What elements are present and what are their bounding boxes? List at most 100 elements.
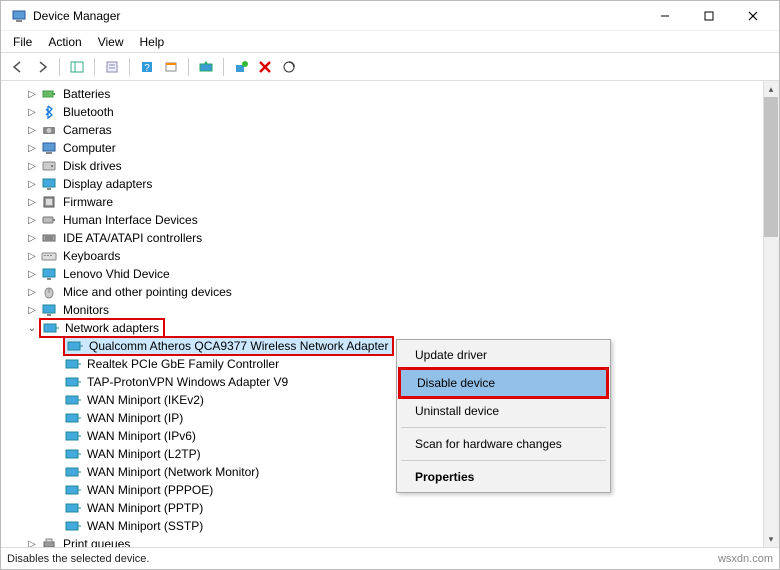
tree-item[interactable]: ▷Mice and other pointing devices xyxy=(3,283,779,301)
separator xyxy=(188,58,189,76)
menu-file[interactable]: File xyxy=(5,33,40,51)
tree-item-device[interactable]: Qualcomm Atheros QCA9377 Wireless Networ… xyxy=(3,337,779,355)
expand-icon[interactable]: ▷ xyxy=(25,267,39,281)
tree-label: WAN Miniport (IP) xyxy=(85,411,185,425)
expand-icon[interactable]: ▷ xyxy=(25,537,39,547)
tree-label: WAN Miniport (IPv6) xyxy=(85,429,198,443)
action-button[interactable] xyxy=(160,56,182,78)
tree-item[interactable]: ▷ Computer xyxy=(3,139,779,157)
tree-item-device[interactable]: WAN Miniport (PPTP) xyxy=(3,499,779,517)
tree-item-device[interactable]: WAN Miniport (SSTP) xyxy=(3,517,779,535)
expand-icon[interactable]: ▷ xyxy=(25,231,39,245)
help-button[interactable]: ? xyxy=(136,56,158,78)
separator xyxy=(59,58,60,76)
minimize-button[interactable] xyxy=(643,2,687,30)
close-button[interactable] xyxy=(731,2,775,30)
tree-item[interactable]: ▷ Human Interface Devices xyxy=(3,211,779,229)
back-button[interactable] xyxy=(7,56,29,78)
tree-item[interactable]: ▷Firmware xyxy=(3,193,779,211)
window-title: Device Manager xyxy=(33,9,643,23)
separator xyxy=(401,460,606,461)
device-tree[interactable]: ▷Batteries ▷ Bluetooth ▷ Cameras ▷ Computer… xyxy=(1,81,779,547)
network-adapter-icon xyxy=(65,464,81,480)
tree-item-device[interactable]: WAN Miniport (IPv6) xyxy=(3,427,779,445)
tree-item-device[interactable]: WAN Miniport (PPPOE) xyxy=(3,481,779,499)
expand-icon[interactable]: ▷ xyxy=(25,105,39,119)
expand-icon[interactable]: ▷ xyxy=(25,177,39,191)
tree-label: Cameras xyxy=(61,123,114,137)
network-adapter-icon xyxy=(65,428,81,444)
tree-item-device[interactable]: TAP-ProtonVPN Windows Adapter V9 xyxy=(3,373,779,391)
battery-icon xyxy=(41,86,57,102)
separator xyxy=(401,427,606,428)
expand-icon[interactable]: ▷ xyxy=(25,249,39,263)
tree-item[interactable]: ▷Print queues xyxy=(3,535,779,547)
tree-label: Realtek PCIe GbE Family Controller xyxy=(85,357,281,371)
tree-item-device[interactable]: WAN Miniport (IP) xyxy=(3,409,779,427)
tree-label: TAP-ProtonVPN Windows Adapter V9 xyxy=(85,375,290,389)
network-adapter-icon xyxy=(65,482,81,498)
expand-icon[interactable]: ▷ xyxy=(25,159,39,173)
expand-icon[interactable]: ▷ xyxy=(25,303,39,317)
tree-item-network-adapters[interactable]: ⌄Network adapters xyxy=(3,319,779,337)
tree-label: Lenovo Vhid Device xyxy=(61,267,172,281)
svg-text:?: ? xyxy=(144,63,150,74)
properties-button[interactable] xyxy=(101,56,123,78)
enable-button[interactable] xyxy=(230,56,252,78)
tree-item-device[interactable]: WAN Miniport (IKEv2) xyxy=(3,391,779,409)
window-controls xyxy=(643,2,775,30)
menu-help[interactable]: Help xyxy=(132,33,173,51)
menubar: File Action View Help xyxy=(1,31,779,53)
tree-item[interactable]: ▷Batteries xyxy=(3,85,779,103)
expand-icon[interactable]: ▷ xyxy=(25,195,39,209)
maximize-button[interactable] xyxy=(687,2,731,30)
collapse-icon[interactable]: ⌄ xyxy=(25,321,39,335)
tree-label: WAN Miniport (SSTP) xyxy=(85,519,205,533)
tree-item[interactable]: ▷ Display adapters xyxy=(3,175,779,193)
tree-item[interactable]: ▷Keyboards xyxy=(3,247,779,265)
keyboard-icon xyxy=(41,248,57,264)
ctx-update-driver[interactable]: Update driver xyxy=(399,342,608,368)
camera-icon xyxy=(41,122,57,138)
tree-label: Bluetooth xyxy=(61,105,116,119)
tree-label: Human Interface Devices xyxy=(61,213,200,227)
tree-item-device[interactable]: WAN Miniport (Network Monitor) xyxy=(3,463,779,481)
scan-button[interactable] xyxy=(278,56,300,78)
ctx-properties[interactable]: Properties xyxy=(399,464,608,490)
expand-icon[interactable]: ▷ xyxy=(25,87,39,101)
expand-icon[interactable]: ▷ xyxy=(25,123,39,137)
ctx-uninstall-device[interactable]: Uninstall device xyxy=(399,398,608,424)
tree-item-device[interactable]: WAN Miniport (L2TP) xyxy=(3,445,779,463)
tree-item[interactable]: ▷Monitors xyxy=(3,301,779,319)
ctx-disable-device[interactable]: Disable device xyxy=(398,367,609,399)
scrollbar[interactable]: ▴ ▾ xyxy=(763,81,779,547)
menu-action[interactable]: Action xyxy=(40,33,89,51)
network-adapter-icon xyxy=(65,356,81,372)
tree-item[interactable]: ▷ IDE ATA/ATAPI controllers xyxy=(3,229,779,247)
tree-label: WAN Miniport (PPPOE) xyxy=(85,483,215,497)
forward-button[interactable] xyxy=(31,56,53,78)
network-adapter-icon xyxy=(65,500,81,516)
tree-label: Display adapters xyxy=(61,177,154,191)
tree-item-device[interactable]: Realtek PCIe GbE Family Controller xyxy=(3,355,779,373)
network-adapter-icon xyxy=(43,320,59,336)
tree-item[interactable]: ▷ Bluetooth xyxy=(3,103,779,121)
uninstall-button[interactable] xyxy=(254,56,276,78)
separator xyxy=(94,58,95,76)
ctx-scan-hardware[interactable]: Scan for hardware changes xyxy=(399,431,608,457)
mouse-icon xyxy=(41,284,57,300)
scroll-thumb[interactable] xyxy=(764,97,778,237)
tree-item[interactable]: ▷ Lenovo Vhid Device xyxy=(3,265,779,283)
tree-item[interactable]: ▷ Cameras xyxy=(3,121,779,139)
update-driver-button[interactable] xyxy=(195,56,217,78)
expand-icon[interactable]: ▷ xyxy=(25,285,39,299)
tree-label: IDE ATA/ATAPI controllers xyxy=(61,231,204,245)
tree-item[interactable]: ▷Disk drives xyxy=(3,157,779,175)
scroll-up-icon[interactable]: ▴ xyxy=(763,81,779,97)
menu-view[interactable]: View xyxy=(90,33,132,51)
show-hide-button[interactable] xyxy=(66,56,88,78)
scroll-down-icon[interactable]: ▾ xyxy=(763,531,779,547)
tree-label: Computer xyxy=(61,141,118,155)
expand-icon[interactable]: ▷ xyxy=(25,141,39,155)
expand-icon[interactable]: ▷ xyxy=(25,213,39,227)
